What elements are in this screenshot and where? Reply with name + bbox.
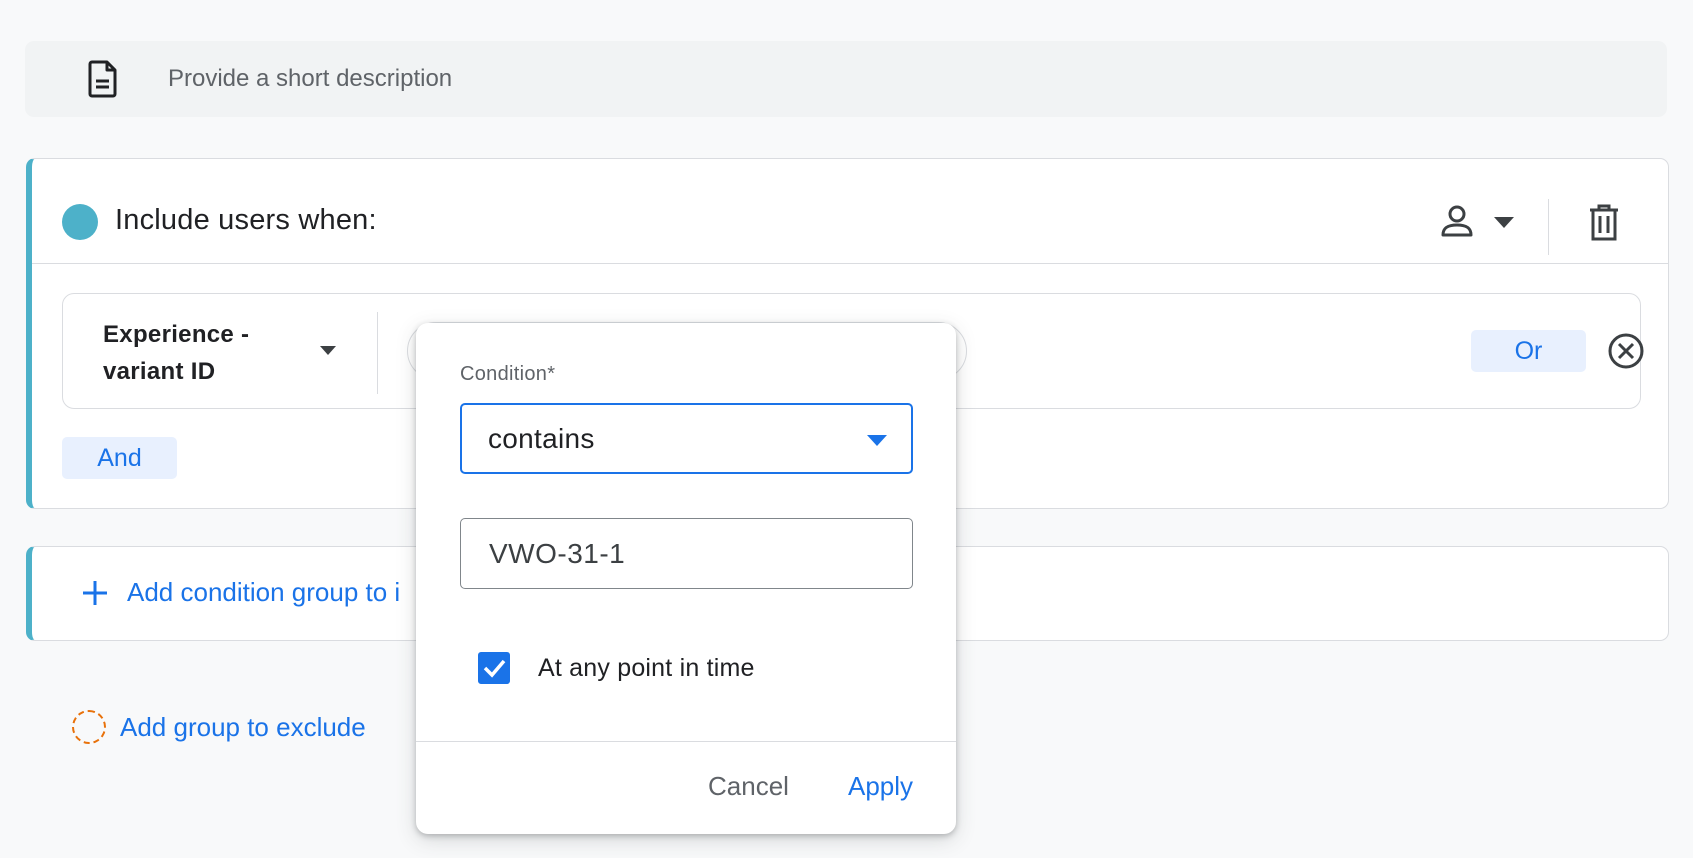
dimension-select[interactable]: Experience - variant ID (103, 316, 343, 388)
close-circle-icon[interactable] (1606, 331, 1646, 371)
description-input[interactable] (168, 61, 1568, 97)
group-color-dot (62, 204, 98, 240)
description-bar (25, 41, 1667, 117)
popup-divider (416, 741, 956, 742)
plus-icon (83, 580, 107, 605)
and-button[interactable]: And (62, 437, 177, 479)
chevron-down-icon (1494, 217, 1514, 228)
chevron-down-icon (867, 435, 887, 446)
condition-select[interactable]: contains (460, 403, 913, 474)
header-divider (1548, 199, 1549, 255)
trash-icon[interactable] (1582, 201, 1626, 245)
checkbox-label: At any point in time (538, 653, 755, 682)
row-divider (377, 312, 378, 394)
add-exclude-group-button[interactable]: Add group to exclude (72, 710, 366, 744)
add-condition-group-button[interactable]: Add condition group to i (80, 577, 400, 608)
condition-select-value: contains (488, 423, 595, 454)
dimension-label: Experience - variant ID (103, 321, 250, 385)
condition-field-label: Condition* (460, 363, 556, 385)
add-exclude-group-label: Add group to exclude (120, 711, 366, 742)
cancel-button[interactable]: Cancel (708, 771, 789, 802)
condition-popup: Condition* contains At any point in time… (416, 323, 956, 834)
dashed-circle-icon (72, 710, 106, 744)
apply-button[interactable]: Apply (848, 771, 913, 802)
person-icon (1441, 205, 1473, 237)
scope-selector[interactable] (1437, 197, 1527, 247)
checkbox-checked-icon (478, 652, 510, 684)
condition-value-input[interactable] (460, 518, 913, 589)
add-condition-group-label: Add condition group to i (127, 577, 401, 607)
include-group-header: Include users when: (32, 159, 1668, 264)
chevron-down-icon (320, 346, 336, 355)
any-point-in-time-checkbox[interactable]: At any point in time (478, 652, 755, 684)
segment-builder: Include users when: Expe (0, 0, 1693, 858)
or-button[interactable]: Or (1471, 330, 1586, 372)
document-icon (88, 60, 117, 98)
include-group-title: Include users when: (115, 204, 377, 236)
